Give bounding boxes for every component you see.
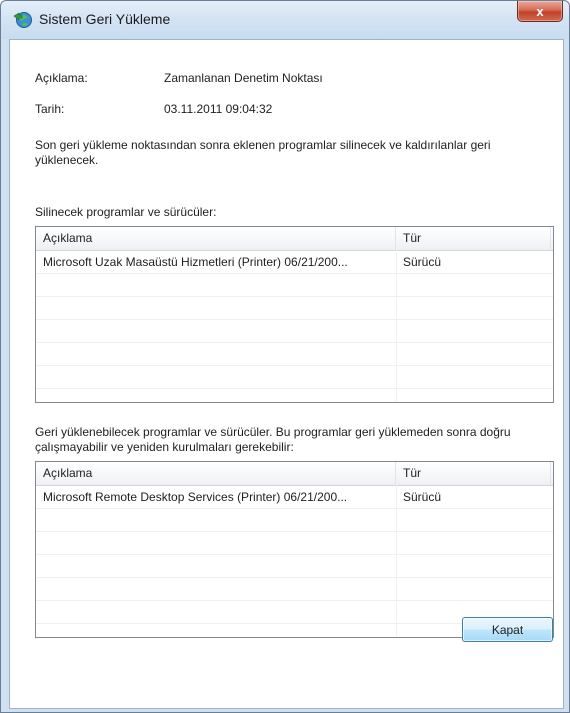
restored-section-heading: Geri yüklenebilecek programlar ve sürücü… [35,425,511,454]
empty-row [36,578,553,601]
cell-description: Microsoft Remote Desktop Services (Print… [43,490,348,504]
description-label: Açıklama: [35,71,88,85]
empty-row [36,320,553,343]
empty-row [36,532,553,555]
cell-type: Sürücü [403,490,442,504]
dialog-window: Sistem Geri Yükleme x Açıklama: Zamanlan… [0,0,570,713]
restorable-programs-list[interactable]: Açıklama Tür Microsoft Remote Desktop Se… [35,461,554,638]
summary-text: Son geri yükleme noktasından sonra eklen… [35,138,491,167]
table-row[interactable]: Microsoft Uzak Masaüstü Hizmetleri (Prin… [36,251,553,274]
cell-type: Sürücü [403,255,442,269]
empty-row [36,509,553,532]
empty-row [36,274,553,297]
table-row[interactable]: Microsoft Remote Desktop Services (Print… [36,486,553,509]
date-label: Tarih: [35,102,65,116]
empty-row [36,297,553,320]
close-dialog-button[interactable]: Kapat [462,617,553,642]
empty-row [36,555,553,578]
date-value: 03.11.2011 09:04:32 [164,102,273,116]
empty-row [36,366,553,389]
description-value: Zamanlanan Denetim Noktası [164,71,323,85]
list-header: Açıklama Tür [36,227,553,251]
deleted-section-heading: Silinecek programlar ve sürücüler: [35,205,217,219]
column-header-description[interactable]: Açıklama [36,227,396,250]
deleted-programs-list[interactable]: Açıklama Tür Microsoft Uzak Masaüstü Hiz… [35,226,554,403]
column-header-type[interactable]: Tür [396,462,551,485]
window-title: Sistem Geri Yükleme [39,11,171,27]
empty-row [36,343,553,366]
close-button[interactable]: x [517,1,563,22]
close-icon: x [536,3,544,19]
title-bar[interactable]: Sistem Geri Yükleme x [1,1,569,39]
column-header-description[interactable]: Açıklama [36,462,396,485]
cell-description: Microsoft Uzak Masaüstü Hizmetleri (Prin… [43,255,348,269]
column-header-type[interactable]: Tür [396,227,551,250]
dialog-body: Açıklama: Zamanlanan Denetim Noktası Tar… [9,39,564,709]
list-header: Açıklama Tür [36,462,553,486]
system-restore-icon [13,10,33,30]
